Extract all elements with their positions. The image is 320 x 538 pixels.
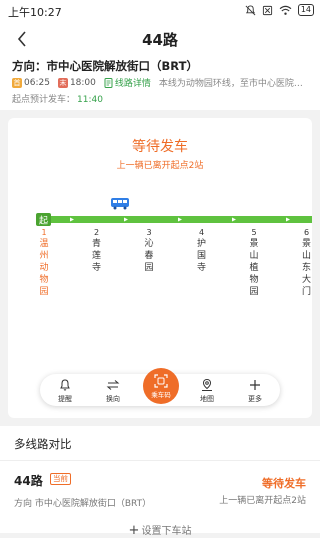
- stop-number: 6: [303, 228, 310, 237]
- ride-code-label: 乘车码: [151, 391, 171, 399]
- start-badge-label: 起: [39, 216, 48, 227]
- last-bus-tag: 末: [57, 77, 68, 88]
- mute-icon: [245, 4, 256, 15]
- divider: [0, 460, 320, 461]
- multi-route-section: 多线路对比 44路 当前 方向 市中心医院解放街口（BRT） 等待发车 上一辆已…: [0, 426, 320, 538]
- more-button[interactable]: 更多: [238, 378, 272, 404]
- route-detail-link[interactable]: 线路详情: [104, 76, 151, 89]
- map-pin-icon: [202, 378, 212, 391]
- compare-line-name[interactable]: 44路: [14, 472, 43, 489]
- wifi-icon: [279, 5, 292, 15]
- ride-code-button[interactable]: 乘车码: [143, 368, 179, 404]
- estimate-time: 11:40: [77, 95, 103, 105]
- stop-name[interactable]: 护国寺: [196, 238, 208, 274]
- bell-icon: [60, 379, 70, 391]
- route-line: 起: [36, 198, 312, 227]
- stop-number: 4: [198, 228, 205, 237]
- plus-icon: [250, 380, 260, 390]
- switch-arrows-icon: [106, 380, 120, 390]
- stop-name[interactable]: 景山植物园: [248, 238, 260, 298]
- stop-name[interactable]: 景山东大门: [301, 238, 313, 298]
- stop-number: 3: [146, 228, 152, 237]
- document-icon: [104, 77, 113, 88]
- compare-line-subtitle: 上一辆已离开起点2站: [219, 496, 306, 506]
- stop-number: 2: [93, 228, 100, 237]
- set-stop-label: 设置下车站: [141, 526, 192, 537]
- switch-label: 换向: [106, 395, 120, 403]
- route-info: 方向：市中心医院解放街口（BRT） 首 06:25 末 18:00 线路详情 本…: [0, 56, 320, 110]
- status-icons: 14: [245, 4, 314, 16]
- set-stop-button[interactable]: + 设置下车站: [0, 522, 320, 538]
- last-bus-time: 18:00: [69, 77, 96, 88]
- stop-number: 1: [41, 228, 47, 237]
- compare-line-status: 等待发车: [262, 477, 306, 490]
- estimate-departure: 起点预计发车： 11:40: [12, 92, 103, 105]
- estimate-label: 起点预计发车：: [12, 95, 76, 105]
- battery-level: 14: [297, 4, 314, 16]
- bus-status-title: 等待发车: [132, 139, 188, 155]
- stop-number: 5: [251, 228, 257, 237]
- first-bus-tag: 首: [12, 77, 22, 88]
- header: 44路: [0, 22, 320, 56]
- map-label: 地图: [200, 395, 214, 403]
- remind-button[interactable]: 提醒: [48, 378, 82, 404]
- first-bus-time: 06:25: [24, 77, 50, 88]
- page-title: 44路: [142, 31, 178, 49]
- sim-blocked-icon: [262, 5, 272, 15]
- route-track: [38, 216, 312, 223]
- plus-icon: +: [128, 523, 140, 538]
- stop-name[interactable]: 青莲寺: [91, 238, 103, 274]
- scan-icon: [154, 374, 168, 388]
- more-label: 更多: [248, 395, 262, 403]
- status-time: 上午10:27: [8, 6, 62, 19]
- direction-label: 方向：市中心医院解放街口（BRT）: [12, 59, 198, 73]
- stop-name[interactable]: 温州动物园: [38, 238, 50, 298]
- route-note: 本线为动物园环线，至市中心医院解放街口: [158, 79, 309, 89]
- map-button[interactable]: 地图: [190, 378, 224, 404]
- bus-icon: [111, 198, 129, 210]
- current-badge: 当前: [50, 473, 71, 485]
- bus-status-card: 等待发车 上一辆已离开起点2站 起 1 温州动物园 2 青莲寺 3 沁春园 4 护国寺 5 景山植…: [8, 118, 312, 418]
- action-dock: 提醒 换向 乘车码 地图 更多: [40, 368, 280, 406]
- status-bar: 上午10:27 14: [0, 0, 320, 22]
- compare-line-direction: 方向 市中心医院解放街口（BRT）: [14, 499, 152, 509]
- switch-direction-button[interactable]: 换向: [96, 378, 130, 404]
- stop-name[interactable]: 沁春园: [143, 238, 155, 274]
- service-times: 首 06:25 末 18:00 线路详情 本线为动物园环线，至市中心医院解放街口: [12, 76, 309, 89]
- remind-label: 提醒: [58, 395, 72, 403]
- route-detail-label: 线路详情: [114, 79, 151, 89]
- multi-route-title: 多线路对比: [14, 437, 72, 451]
- bus-status-subtitle: 上一辆已离开起点2站: [116, 161, 204, 171]
